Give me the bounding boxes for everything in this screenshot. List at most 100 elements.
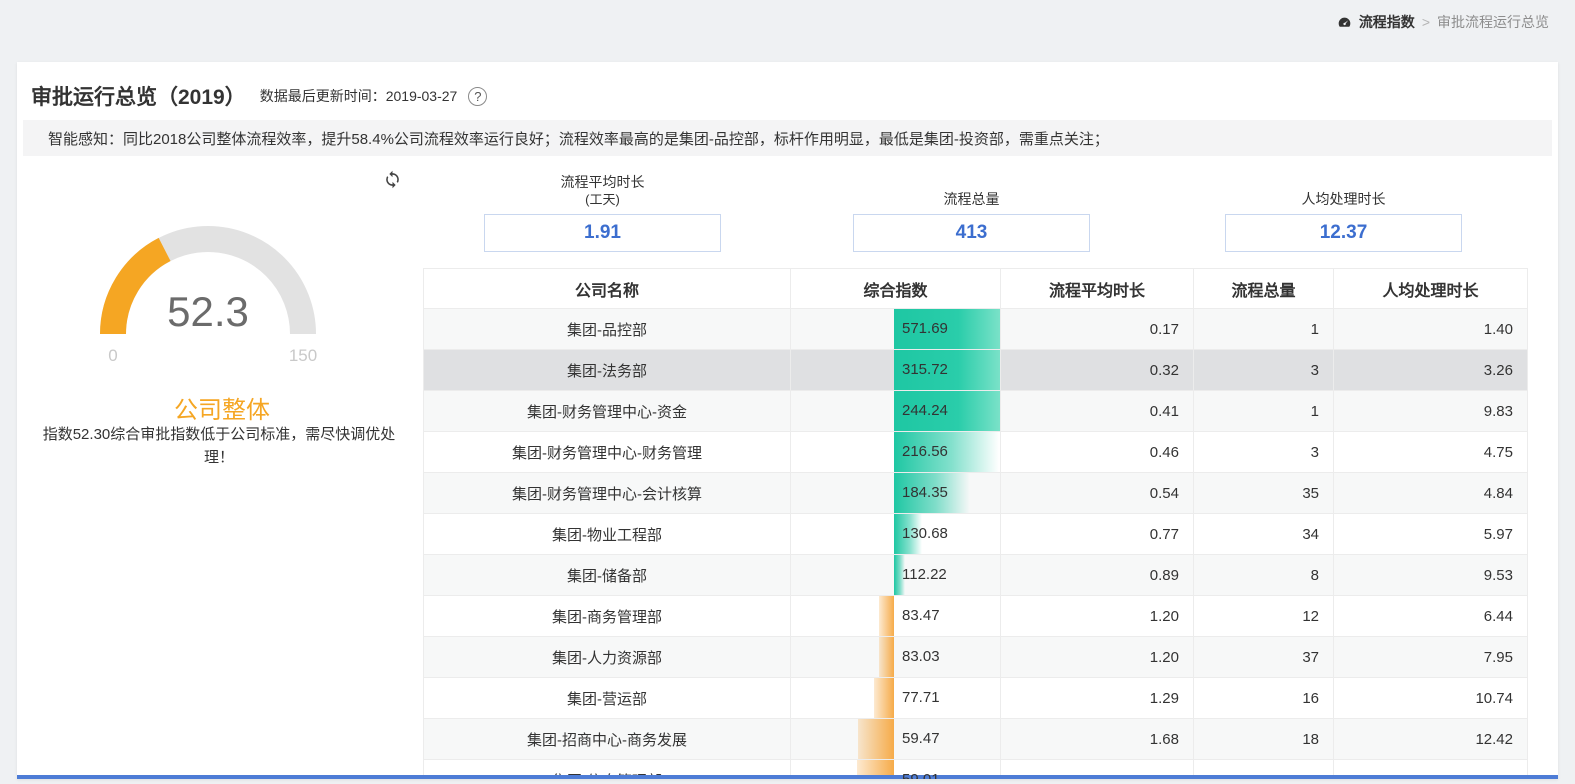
total-count: 8 <box>1194 555 1334 596</box>
gauge-value: 52.3 <box>167 288 249 335</box>
gauge-chart: 52.3 0 150 <box>88 214 328 369</box>
column-header-per-capita: 人均处理时长 <box>1334 269 1528 309</box>
total-count: 34 <box>1194 514 1334 555</box>
gauge-description: 指数52.30综合审批指数低于公司标准，需尽快调优处理！ <box>33 424 405 469</box>
total-count: 1 <box>1194 309 1334 350</box>
column-header-company: 公司名称 <box>424 269 791 309</box>
company-name: 集团-人力资源部 <box>424 637 791 678</box>
kpi-per-capita: 人均处理时长 12.37 <box>1225 170 1462 252</box>
index-cell: 112.22 <box>791 555 1001 596</box>
avg-duration: 0.77 <box>1001 514 1194 555</box>
kpi-avg-duration-value: 1.91 <box>484 214 721 252</box>
column-header-avg-duration: 流程平均时长 <box>1001 269 1194 309</box>
index-value: 571.69 <box>791 309 948 349</box>
index-cell: 216.56 <box>791 432 1001 473</box>
kpi-avg-duration-label: 流程平均时长 (工天) <box>484 170 721 214</box>
per-capita-duration: 10.74 <box>1334 678 1528 719</box>
kpi-label-text: 人均处理时长 <box>1225 190 1462 209</box>
index-value: 244.24 <box>791 391 948 431</box>
index-cell: 130.68 <box>791 514 1001 555</box>
avg-duration: 1.20 <box>1001 596 1194 637</box>
table-header-row: 公司名称 综合指数 流程平均时长 流程总量 人均处理时长 <box>424 269 1528 309</box>
table-row[interactable]: 集团-储备部112.220.8989.53 <box>424 555 1528 596</box>
company-name: 集团-财务管理中心-资金 <box>424 391 791 432</box>
per-capita-duration: 9.53 <box>1334 555 1528 596</box>
gauge-panel: 52.3 0 150 公司整体 指数52.30综合审批指数低于公司标准，需尽快调… <box>17 162 427 572</box>
total-count: 35 <box>1194 473 1334 514</box>
per-capita-duration: 9.83 <box>1334 391 1528 432</box>
table-row[interactable]: 集团-物业工程部130.680.77345.97 <box>424 514 1528 555</box>
last-updated: 数据最后更新时间：2019-03-27 <box>260 86 458 106</box>
gauge-title: 公司整体 <box>17 390 427 425</box>
company-name: 集团-营运部 <box>424 678 791 719</box>
table-row[interactable]: 集团-法务部315.720.3233.26 <box>424 350 1528 391</box>
per-capita-duration: 1.40 <box>1334 309 1528 350</box>
table-row[interactable]: 集团-招商中心-商务发展59.471.681812.42 <box>424 719 1528 760</box>
total-count: 12 <box>1194 596 1334 637</box>
index-value: 83.03 <box>791 637 940 677</box>
company-name: 集团-商务管理部 <box>424 596 791 637</box>
refresh-icon[interactable] <box>383 170 402 194</box>
table-row[interactable]: 集团-商务管理部83.47 1.20126.44 <box>424 596 1528 637</box>
gauge-min-label: 0 <box>108 346 117 365</box>
avg-duration: 0.32 <box>1001 350 1194 391</box>
avg-duration: 1.20 <box>1001 637 1194 678</box>
kpi-total-count-value: 413 <box>853 214 1090 252</box>
company-name: 集团-财务管理中心-财务管理 <box>424 432 791 473</box>
total-count: 1 <box>1194 391 1334 432</box>
total-count: 3 <box>1194 432 1334 473</box>
per-capita-duration: 12.42 <box>1334 719 1528 760</box>
breadcrumb: 流程指数 > 审批流程运行总览 <box>1337 12 1549 32</box>
index-value: 130.68 <box>791 514 948 554</box>
kpi-label-text: 流程平均时长 <box>484 173 721 192</box>
total-count: 18 <box>1194 719 1334 760</box>
breadcrumb-current: 审批流程运行总览 <box>1437 12 1549 32</box>
index-value: 59.47 <box>791 719 940 759</box>
table-row[interactable]: 集团-营运部77.711.291610.74 <box>424 678 1528 719</box>
index-value: 216.56 <box>791 432 948 472</box>
index-value: 83.47 <box>791 596 940 636</box>
avg-duration: 1.29 <box>1001 678 1194 719</box>
breadcrumb-section[interactable]: 流程指数 <box>1359 12 1415 32</box>
index-cell: 184.35 <box>791 473 1001 514</box>
kpi-total-count-label: 流程总量 <box>853 170 1090 214</box>
table-row[interactable]: 集团-财务管理中心-资金244.240.4119.83 <box>424 391 1528 432</box>
avg-duration: 0.46 <box>1001 432 1194 473</box>
company-index-table-wrap: 公司名称 综合指数 流程平均时长 流程总量 人均处理时长 集团-品控部571.6… <box>423 268 1527 779</box>
company-name: 集团-招商中心-商务发展 <box>424 719 791 760</box>
total-count: 3 <box>1194 350 1334 391</box>
table-row[interactable]: 集团-财务管理中心-会计核算184.350.54354.84 <box>424 473 1528 514</box>
company-table-body: 集团-品控部571.690.1711.40集团-法务部315.720.3233.… <box>424 309 1528 780</box>
main-panel: 审批运行总览（2019） 数据最后更新时间：2019-03-27 ? 智能感知：… <box>17 62 1558 779</box>
insight-bar: 智能感知：同比2018公司整体流程效率，提升58.4%公司流程效率运行良好；流程… <box>23 120 1552 156</box>
table-row[interactable]: 集团-品控部571.690.1711.40 <box>424 309 1528 350</box>
total-count: 37 <box>1194 637 1334 678</box>
last-updated-date: 2019-03-27 <box>386 88 458 104</box>
table-row[interactable]: 集团-人力资源部83.031.20377.95 <box>424 637 1528 678</box>
company-name: 集团-品控部 <box>424 309 791 350</box>
per-capita-duration: 5.97 <box>1334 514 1528 555</box>
per-capita-duration: 4.84 <box>1334 473 1528 514</box>
gauge-max-label: 150 <box>289 346 317 365</box>
company-index-table: 公司名称 综合指数 流程平均时长 流程总量 人均处理时长 集团-品控部571.6… <box>423 268 1528 779</box>
per-capita-duration: 3.26 <box>1334 350 1528 391</box>
kpi-per-capita-label: 人均处理时长 <box>1225 170 1462 214</box>
help-icon[interactable]: ? <box>468 87 487 106</box>
per-capita-duration: 6.44 <box>1334 596 1528 637</box>
index-value: 59.01 <box>791 760 940 779</box>
bottom-accent-bar <box>17 775 1558 779</box>
column-header-total: 流程总量 <box>1194 269 1334 309</box>
page-header: 审批运行总览（2019） 数据最后更新时间：2019-03-27 ? <box>17 62 1558 111</box>
index-cell: 59.47 <box>791 719 1001 760</box>
index-value: 315.72 <box>791 350 948 390</box>
kpi-label-text: 流程总量 <box>853 190 1090 209</box>
company-name: 集团-财务管理中心-会计核算 <box>424 473 791 514</box>
kpi-label-sub: (工天) <box>484 191 721 209</box>
kpi-per-capita-value: 12.37 <box>1225 214 1462 252</box>
breadcrumb-separator: > <box>1422 14 1430 30</box>
table-row[interactable]: 集团-财务管理中心-财务管理216.560.4634.75 <box>424 432 1528 473</box>
index-cell: 77.71 <box>791 678 1001 719</box>
company-name: 集团-储备部 <box>424 555 791 596</box>
index-cell: 315.72 <box>791 350 1001 391</box>
gauge-icon <box>1337 15 1352 30</box>
